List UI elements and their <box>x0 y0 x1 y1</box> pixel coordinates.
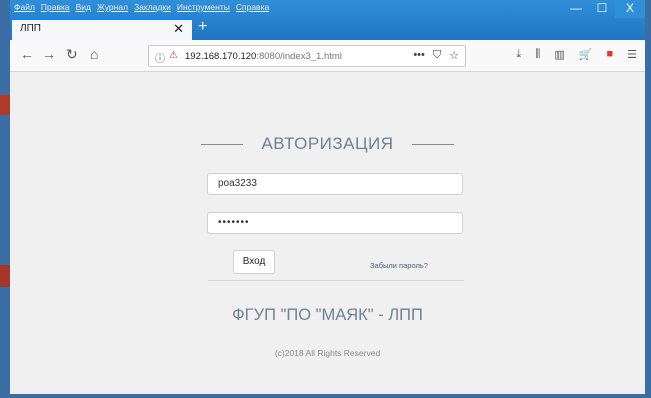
site-info-icon[interactable]: ⓘ <box>155 50 165 65</box>
sidebar-icon[interactable]: ▥ <box>554 48 564 61</box>
flag-icon[interactable]: ■ <box>606 48 613 61</box>
menu-help[interactable]: Справка <box>236 2 269 16</box>
tab-title: ЛПП <box>20 23 41 34</box>
forward-icon[interactable]: → <box>42 46 56 62</box>
close-window-button[interactable]: X <box>615 0 645 18</box>
desktop-left-edge <box>0 0 10 398</box>
browser-window: Файл Правка Вид Журнал Закладки Инструме… <box>0 0 651 398</box>
titlebar: Файл Правка Вид Журнал Закладки Инструме… <box>10 0 645 40</box>
bookmark-star-icon[interactable]: ☆ <box>449 49 459 62</box>
menu-history[interactable]: Журнал <box>97 2 128 16</box>
pocket-icon[interactable]: ⛉ <box>433 49 441 62</box>
url-host: 192.168.170.120 <box>185 51 257 62</box>
divider <box>208 280 464 281</box>
organization-name: ФГУП "ПО "МАЯК" - ЛПП <box>232 306 423 324</box>
reload-icon[interactable]: ↻ <box>66 46 78 63</box>
menu-edit[interactable]: Правка <box>41 2 70 16</box>
insecure-lock-icon[interactable]: ⚠ <box>169 50 178 61</box>
url-actions: ••• ⛉ ☆ <box>413 49 459 62</box>
page-content: АВТОРИЗАЦИЯ poa3233 ••••••• Вход Забыли … <box>10 72 645 394</box>
new-tab-button[interactable]: + <box>198 18 207 36</box>
url-path: :8080/index3_1.html <box>256 51 342 62</box>
login-input[interactable]: poa3233 <box>207 173 463 195</box>
navigation-bar: ← → ↻ ⌂ ⓘ ⚠ 192.168.170.120:8080/index3_… <box>10 40 645 72</box>
menu-view[interactable]: Вид <box>76 2 91 16</box>
library-icon[interactable]: ⫼ <box>535 48 540 61</box>
desktop-right-edge <box>645 0 651 398</box>
heading-text: АВТОРИЗАЦИЯ <box>261 134 394 153</box>
window-controls: — ☐ X <box>563 0 645 20</box>
url-text: 192.168.170.120:8080/index3_1.html <box>185 51 342 62</box>
maximize-button[interactable]: ☐ <box>589 0 615 18</box>
page-actions-icon[interactable]: ••• <box>413 49 425 62</box>
login-button[interactable]: Вход <box>233 250 275 274</box>
address-bar[interactable]: ⓘ ⚠ 192.168.170.120:8080/index3_1.html •… <box>148 45 466 67</box>
taskbar-edge <box>0 394 651 398</box>
desktop-edge-segment <box>0 265 10 287</box>
toolbar-icons: ⤓ ⫼ ▥ 🛒 ■ ☰ <box>516 48 637 61</box>
hamburger-menu-icon[interactable]: ☰ <box>627 48 637 61</box>
heading-rule-left <box>200 143 243 145</box>
home-icon[interactable]: ⌂ <box>90 46 98 62</box>
cart-icon[interactable]: 🛒 <box>579 48 593 61</box>
copyright-text: (c)2018 All Rights Reserved <box>274 348 381 358</box>
menu-file[interactable]: Файл <box>14 2 35 16</box>
forgot-password-link[interactable]: Забыли пароль? <box>370 261 428 270</box>
minimize-button[interactable]: — <box>563 0 589 18</box>
page-heading: АВТОРИЗАЦИЯ <box>10 134 645 154</box>
heading-rule-right <box>412 143 455 145</box>
menu-bar: Файл Правка Вид Журнал Закладки Инструме… <box>14 2 269 16</box>
menu-bookmarks[interactable]: Закладки <box>134 2 171 16</box>
tab-lpp[interactable]: ЛПП ✕ <box>12 18 192 40</box>
download-icon[interactable]: ⤓ <box>516 48 521 61</box>
password-input[interactable]: ••••••• <box>207 212 463 234</box>
close-tab-icon[interactable]: ✕ <box>173 21 184 37</box>
menu-tools[interactable]: Инструменты <box>177 2 230 16</box>
desktop-edge-segment <box>0 95 10 115</box>
back-icon[interactable]: ← <box>20 46 34 62</box>
